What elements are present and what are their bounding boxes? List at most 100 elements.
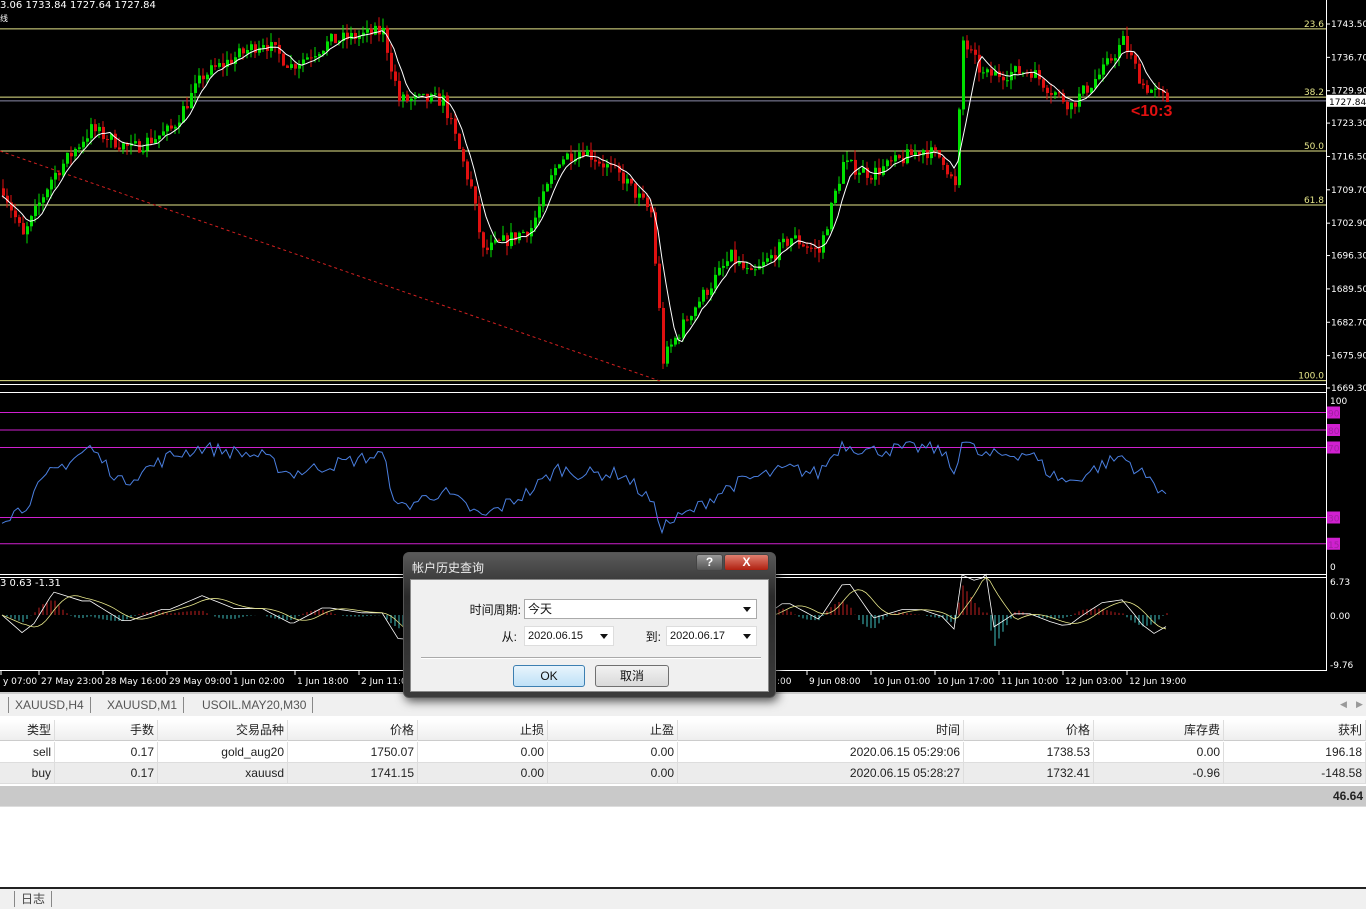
time-axis-label: 27 May 23:00 (41, 677, 103, 687)
candle-body (190, 92, 193, 109)
column-header[interactable]: 价格 (964, 720, 1094, 741)
table-cell: -0.96 (1094, 763, 1224, 784)
candle-body (222, 63, 225, 67)
candle-body (670, 344, 673, 347)
rsi-axis-label: 0 (1330, 563, 1336, 573)
candle-body (142, 150, 145, 153)
candle-body (1142, 83, 1145, 86)
price-axis-label: 1675.90 (1331, 352, 1366, 362)
table-cell: 2020.06.15 05:28:27 (678, 763, 964, 784)
price-axis-label: 1696.30 (1331, 252, 1366, 262)
candle-body (246, 50, 249, 54)
candle-body (890, 160, 893, 162)
candle-body (146, 137, 149, 151)
panel-divider (0, 392, 1326, 393)
candle-body (870, 177, 873, 180)
scroll-left-icon[interactable]: ◀ (1340, 699, 1347, 710)
table-cell: 0.00 (418, 763, 548, 784)
candle-body (466, 161, 469, 180)
column-header[interactable]: 止盈 (548, 720, 678, 741)
candle-body (1122, 35, 1125, 45)
column-header[interactable]: 时间 (678, 720, 964, 741)
candle-body (626, 178, 629, 184)
time-axis-label: 1 Jun 02:00 (233, 677, 285, 687)
panel-divider (0, 384, 1326, 385)
candle-body (294, 64, 297, 69)
period-select[interactable]: 今天 (524, 599, 757, 619)
candle-body (194, 83, 197, 93)
column-header[interactable]: 止损 (418, 720, 548, 741)
tab-usoil-m30[interactable]: USOIL.MAY20,M30 (196, 697, 314, 713)
candle-body (74, 148, 77, 157)
to-date-picker[interactable]: 2020.06.17 (666, 626, 757, 646)
tab-journal[interactable]: 日志 (14, 891, 53, 907)
candle-body (1030, 72, 1033, 78)
candle-body (690, 316, 693, 321)
candle-body (262, 45, 265, 48)
from-date-picker[interactable]: 2020.06.15 (524, 626, 614, 646)
table-cell: -148.58 (1224, 763, 1366, 784)
candle-body (982, 72, 985, 74)
candle-body (546, 183, 549, 192)
candle-body (642, 193, 645, 198)
help-button[interactable]: ? (696, 554, 723, 571)
candle-body (678, 337, 681, 339)
candle-body (454, 118, 457, 134)
price-axis-label: 1702.90 (1331, 219, 1366, 229)
candle-body (534, 217, 537, 229)
candle-body (966, 40, 969, 50)
candle-body (282, 53, 285, 66)
candle-body (438, 93, 441, 106)
candle-body (410, 98, 413, 102)
ok-button[interactable]: OK (513, 665, 585, 687)
candle-body (1002, 76, 1005, 81)
column-header[interactable]: 库存费 (1094, 720, 1224, 741)
tab-xauusd-m1[interactable]: XAUUSD,M1 (101, 697, 185, 713)
table-row[interactable]: buy 0.17 xauusd 1741.15 0.00 0.00 2020.06.15 0… (0, 763, 1366, 784)
candle-body (406, 94, 409, 102)
candle-body (38, 202, 41, 206)
candle-body (954, 176, 957, 186)
candle-body (350, 32, 353, 40)
candle-body (274, 42, 277, 45)
tab-xauusd-h4[interactable]: XAUUSD,H4 (8, 697, 91, 713)
candle-body (2, 188, 5, 196)
candle-body (606, 164, 609, 168)
cancel-button[interactable]: 取消 (595, 665, 669, 687)
time-axis-label: 11 Jun 10:00 (1001, 677, 1058, 687)
time-axis-label: 12 Jun 03:00 (1065, 677, 1122, 687)
rsi-level-label: 15 (1328, 541, 1339, 551)
candle-body (974, 49, 977, 55)
column-header[interactable]: 类型 (0, 720, 55, 741)
price-axis-label: 1709.70 (1331, 186, 1366, 196)
candle-body (782, 238, 785, 243)
column-header[interactable]: 交易品种 (158, 720, 288, 741)
candle-body (814, 247, 817, 249)
scroll-right-icon[interactable]: ▶ (1356, 699, 1363, 710)
candle-body (558, 164, 561, 169)
candle-body (894, 155, 897, 162)
candle-body (202, 75, 205, 80)
candle-body (1106, 58, 1109, 65)
candle-body (422, 93, 425, 95)
account-history-dialog: 帐户历史查询 ? X 时间周期: 今天 从: 2020.06.15 到: 202… (403, 552, 776, 698)
candle-body (726, 261, 729, 266)
close-button[interactable]: X (724, 554, 769, 571)
column-header[interactable]: 获利 (1224, 720, 1366, 741)
column-header[interactable]: 价格 (288, 720, 418, 741)
table-row[interactable]: sell 0.17 gold_aug20 1750.07 0.00 0.00 2020.06… (0, 742, 1366, 763)
candle-body (198, 75, 201, 84)
table-cell: 0.00 (1094, 742, 1224, 763)
candle-body (1114, 58, 1117, 61)
fib-level-label: 38.2 (1304, 88, 1324, 98)
candle-body (1150, 89, 1153, 93)
candle-body (182, 106, 185, 123)
candle-body (786, 238, 789, 246)
column-header[interactable]: 手数 (55, 720, 158, 741)
candle-body (1094, 79, 1097, 88)
from-label: 从: (501, 630, 517, 644)
candle-body (462, 149, 465, 162)
candle-body (906, 149, 909, 164)
table-cell: gold_aug20 (158, 742, 288, 763)
table-cell: 1732.41 (964, 763, 1094, 784)
